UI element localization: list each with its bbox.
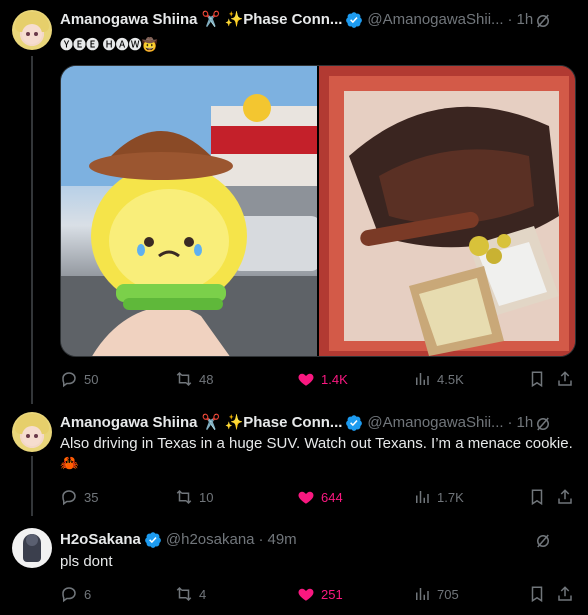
verified-badge-icon: [346, 415, 363, 431]
media-grid[interactable]: [60, 65, 576, 357]
action-bar: 50 48 1.4K 4.5K: [60, 369, 576, 389]
retweet-button[interactable]: 10: [175, 487, 213, 507]
retweet-icon: [176, 586, 192, 602]
like-count: 1.4K: [321, 371, 348, 387]
avatar[interactable]: [12, 528, 52, 568]
bookmark-button[interactable]: [528, 487, 546, 507]
share-icon: [558, 586, 572, 601]
retweet-button[interactable]: 48: [175, 369, 213, 389]
handle[interactable]: @AmanogawaShii...: [367, 413, 503, 433]
heart-icon: [298, 588, 314, 601]
reply-button[interactable]: 50: [60, 369, 98, 389]
views-count: 4.5K: [437, 371, 464, 387]
views-count: 1.7K: [437, 489, 464, 505]
verified-badge-icon: [346, 12, 363, 28]
reply-button[interactable]: 35: [60, 487, 98, 507]
retweet-icon: [176, 371, 192, 387]
retweet-count: 10: [199, 489, 214, 505]
display-name[interactable]: H2oSakana: [60, 530, 141, 550]
reply-count: 35: [84, 489, 99, 505]
heart-icon: [298, 373, 314, 386]
timestamp[interactable]: 1h: [517, 413, 534, 433]
share-button[interactable]: [556, 584, 574, 604]
reply-count: 50: [84, 371, 99, 387]
like-button[interactable]: 251: [297, 584, 343, 604]
share-button[interactable]: [556, 487, 574, 507]
separator-dot: ·: [507, 414, 513, 431]
grok-icon[interactable]: [534, 415, 552, 433]
display-name[interactable]: Amanogawa Shiina ✂️ ✨Phase Conn...: [60, 10, 342, 30]
bbq-photo-art: [319, 66, 575, 356]
share-icon: [558, 489, 572, 504]
bookmark-button[interactable]: [528, 584, 546, 604]
reply-icon: [62, 490, 76, 506]
tweet-1[interactable]: Amanogawa Shiina ✂️ ✨Phase Conn... @Aman…: [0, 0, 588, 405]
views-icon: [416, 373, 429, 385]
tweet-text: Also driving in Texas in a huge SUV. Wat…: [60, 435, 573, 472]
reply-count: 6: [84, 586, 92, 602]
heart-icon: [298, 491, 314, 504]
views-button[interactable]: 4.5K: [413, 369, 464, 389]
separator-dot: ·: [258, 531, 264, 548]
reply-button[interactable]: 6: [60, 584, 91, 604]
media-photo-bbq[interactable]: [319, 66, 575, 356]
like-count: 251: [321, 586, 343, 602]
handle[interactable]: @h2osakana: [166, 530, 255, 550]
retweet-button[interactable]: 4: [175, 584, 206, 604]
action-bar: 35 10 644 1.7K: [60, 487, 576, 507]
retweet-count: 48: [199, 371, 214, 387]
like-button[interactable]: 644: [297, 487, 343, 507]
verified-badge-icon: [145, 532, 161, 548]
timestamp[interactable]: 49m: [268, 530, 297, 550]
retweet-count: 4: [199, 586, 207, 602]
reply-icon: [62, 372, 76, 388]
plush-photo-art: [61, 66, 317, 356]
grok-icon[interactable]: [534, 12, 552, 30]
views-count: 705: [437, 586, 459, 602]
share-icon: [558, 371, 572, 386]
separator-dot: ·: [507, 11, 513, 28]
views-icon: [416, 491, 429, 503]
reply-icon: [62, 587, 76, 603]
timestamp[interactable]: 1h: [517, 10, 534, 30]
action-bar: 6 4 251 705: [60, 584, 576, 604]
retweet-icon: [176, 489, 192, 505]
media-photo-plush[interactable]: [61, 66, 317, 356]
like-count: 644: [321, 489, 343, 505]
bookmark-icon: [531, 586, 543, 603]
display-name[interactable]: Amanogawa Shiina ✂️ ✨Phase Conn...: [60, 413, 342, 433]
like-button[interactable]: 1.4K: [297, 369, 348, 389]
tweet-3[interactable]: H2oSakana @h2osakana · 49m pls dont 6 4 …: [0, 522, 588, 615]
bookmark-icon: [531, 371, 543, 388]
tweet-text: 🅨🅔🅔 🅗🅐🅦🤠: [60, 37, 158, 52]
tweet-2[interactable]: Amanogawa Shiina ✂️ ✨Phase Conn... @Aman…: [0, 405, 588, 513]
views-button[interactable]: 1.7K: [413, 487, 464, 507]
share-button[interactable]: [556, 369, 574, 389]
avatar[interactable]: [12, 10, 52, 50]
handle[interactable]: @AmanogawaShii...: [367, 10, 503, 30]
grok-icon[interactable]: [534, 532, 552, 550]
tweet-text: pls dont: [60, 553, 113, 570]
bookmark-button[interactable]: [528, 369, 546, 389]
views-button[interactable]: 705: [413, 584, 459, 604]
bookmark-icon: [531, 489, 543, 506]
avatar[interactable]: [12, 412, 52, 452]
views-icon: [416, 588, 429, 600]
